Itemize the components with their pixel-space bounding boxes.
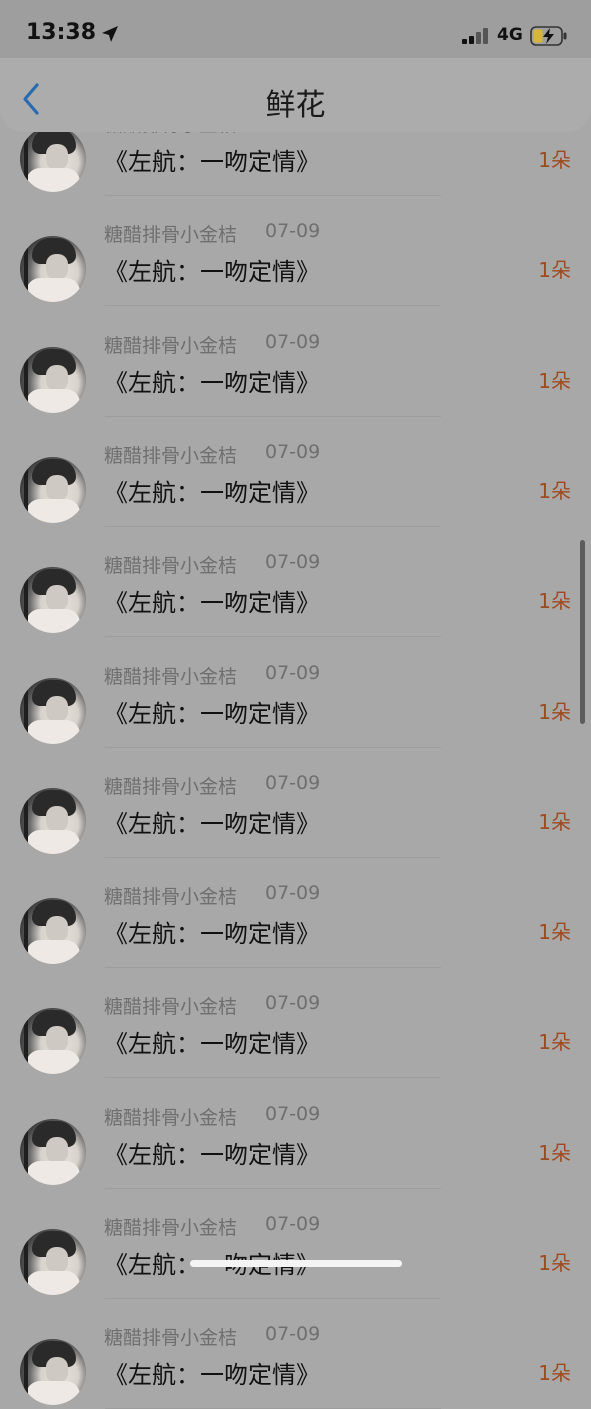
date: 07-09 [265,882,321,905]
book-title: 《左航：一吻定情》 [104,699,320,728]
flower-count: 1朵 [538,699,571,724]
avatar[interactable] [20,1008,86,1075]
home-indicator[interactable] [190,1260,402,1267]
flower-count: 1朵 [538,809,571,834]
book-title: 《左航：一吻定情》 [104,1030,320,1059]
book-title: 《左航：一吻定情》 [104,148,320,176]
avatar[interactable] [20,567,86,634]
list-item[interactable]: 糖醋排骨小金桔 07-09 《左航：一吻定情》 1朵 [0,417,591,527]
date: 07-09 [265,330,321,353]
list-item[interactable]: 糖醋排骨小金桔 07-09 《左航：一吻定情》 1朵 [0,1299,591,1409]
username: 糖醋排骨小金桔 [104,444,238,467]
avatar[interactable] [20,677,86,744]
date: 07-09 [265,1102,321,1125]
book-title: 《左航：一吻定情》 [104,368,320,397]
avatar[interactable] [20,1339,86,1406]
scrollbar[interactable] [580,540,585,724]
avatar[interactable] [20,898,86,965]
flower-count: 1朵 [538,1361,571,1386]
username: 糖醋排骨小金桔 [104,886,238,909]
username: 糖醋排骨小金桔 [104,665,238,688]
username: 糖醋排骨小金桔 [104,775,238,798]
avatar[interactable] [20,787,86,854]
navigation-bar: 鲜花 [0,58,591,132]
avatar[interactable] [20,346,86,413]
username: 糖醋排骨小金桔 [104,334,238,357]
page-title: 鲜花 [265,88,326,123]
username: 糖醋排骨小金桔 [104,555,238,578]
book-title: 《左航：一吻定情》 [104,1361,320,1390]
flower-count: 1朵 [538,368,571,393]
avatar[interactable] [20,456,86,523]
flower-count: 1朵 [538,478,571,503]
date: 07-09 [265,220,321,243]
book-title: 《左航：一吻定情》 [104,1140,320,1169]
flower-count: 1朵 [538,1251,571,1275]
username: 糖醋排骨小金桔 [104,1217,238,1239]
avatar[interactable] [20,1229,86,1295]
book-title: 《左航：一吻定情》 [104,589,320,618]
date: 07-09 [265,771,321,794]
flower-list: 糖醋排骨小金桔07-09《左航：一吻定情》1朵糖醋排骨小金桔07-09《左航：一… [0,0,591,1409]
date: 07-09 [265,1323,321,1346]
list-item[interactable]: 糖醋排骨小金桔 07-09 《左航：一吻定情》 1朵 [0,196,591,307]
username: 糖醋排骨小金桔 [104,1106,238,1129]
list-item[interactable]: 糖醋排骨小金桔 07-09 《左航：一吻定情》 1朵 [0,527,591,638]
avatar[interactable] [20,1118,86,1185]
flower-count: 1朵 [538,920,571,945]
book-title: 《左航：一吻定情》 [104,809,320,838]
list-item[interactable]: 糖醋排骨小金桔 07-09 《左航：一吻定情》 1朵 [0,858,591,969]
avatar[interactable] [20,126,86,192]
list-item[interactable]: 糖醋排骨小金桔07-09《左航：一吻定情》1朵 [0,1189,591,1299]
username: 糖醋排骨小金桔 [104,996,238,1019]
date: 07-09 [265,440,321,463]
flower-count: 1朵 [538,148,571,172]
username: 糖醋排骨小金桔 [104,1327,238,1350]
date: 07-09 [265,1213,321,1235]
book-title: 《左航：一吻定情》 [104,920,320,949]
flower-count: 1朵 [538,1030,571,1055]
list-item[interactable]: 糖醋排骨小金桔 07-09 《左航：一吻定情》 1朵 [0,968,591,1079]
book-title: 《左航：一吻定情》 [104,478,320,507]
date: 07-09 [265,992,321,1015]
book-title: 《左航：一吻定情》 [104,258,320,287]
date: 07-09 [265,661,321,684]
date: 07-09 [265,551,321,574]
flower-count: 1朵 [538,258,571,283]
avatar[interactable] [20,236,86,303]
username: 糖醋排骨小金桔 [104,224,238,247]
list-item[interactable]: 糖醋排骨小金桔 07-09 《左航：一吻定情》 1朵 [0,748,591,858]
list-item[interactable]: 糖醋排骨小金桔 07-09 《左航：一吻定情》 1朵 [0,638,591,748]
list-item[interactable]: 糖醋排骨小金桔 07-09 《左航：一吻定情》 1朵 [0,307,591,417]
flower-count: 1朵 [538,1140,571,1165]
list-item[interactable]: 糖醋排骨小金桔 07-09 《左航：一吻定情》 1朵 [0,1079,591,1189]
flower-count: 1朵 [538,589,571,614]
